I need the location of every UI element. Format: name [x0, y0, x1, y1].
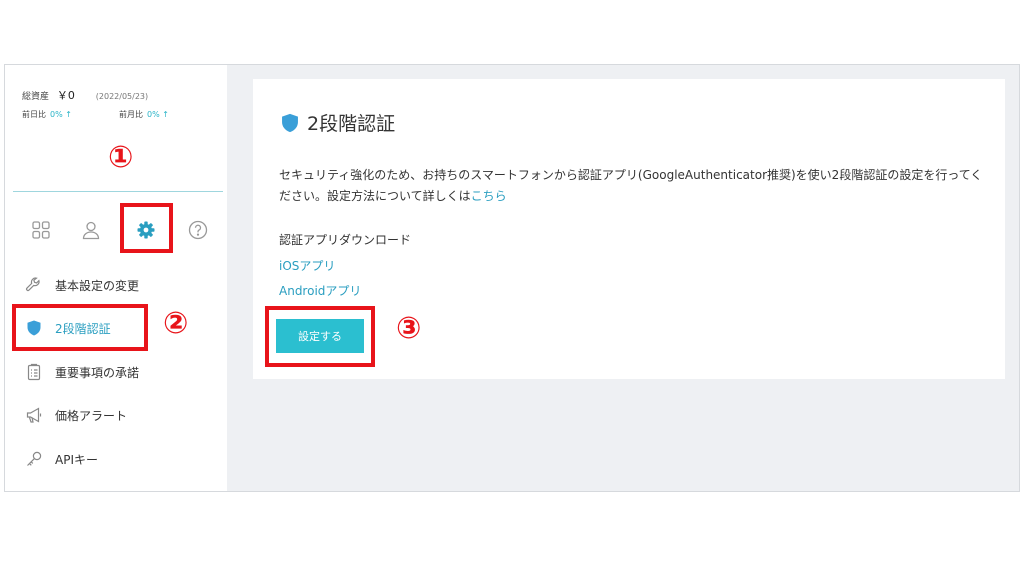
sidebar-divider [13, 191, 223, 192]
android-app-link[interactable]: Androidアプリ [279, 282, 361, 299]
total-assets-value: ￥0 [56, 89, 75, 102]
day-change-label: 前日比 [22, 110, 46, 119]
page-title-text: 2段階認証 [307, 113, 396, 135]
megaphone-icon [26, 407, 42, 423]
clipboard-icon [27, 363, 41, 381]
description: セキュリティ強化のため、お持ちのスマートフォンから認証アプリ(GoogleAut… [279, 165, 989, 207]
user-icon[interactable] [76, 215, 106, 245]
menu-item-label: 価格アラート [55, 408, 128, 423]
page-title: 2段階認証 [279, 109, 395, 136]
total-assets-label: 総資産 [22, 92, 50, 102]
key-icon [27, 451, 42, 466]
wrench-icon [26, 277, 40, 292]
day-change-value: 0% ↑ [50, 110, 72, 119]
total-assets: 総資産 ￥0 (2022/05/23) [22, 87, 148, 103]
step-number-1: ① [108, 140, 134, 175]
menu-item-price-alert[interactable]: 価格アラート [25, 401, 127, 429]
shield-icon [282, 113, 298, 132]
menu-item-label: 重要事項の承諾 [55, 365, 140, 380]
menu-item-label: APIキー [55, 452, 98, 467]
month-change-value: 0% ↑ [147, 110, 169, 119]
description-text: セキュリティ強化のため、お持ちのスマートフォンから認証アプリ(GoogleAut… [279, 168, 983, 203]
highlight-box-button [265, 306, 375, 367]
step-number-2: ② [163, 306, 189, 341]
app-window: 総資産 ￥0 (2022/05/23) 前日比 0% ↑ 前月比 0% ↑ 基本… [4, 64, 1020, 492]
sidebar-icon-tabs [5, 215, 227, 245]
menu-item-api-key[interactable]: APIキー [25, 445, 98, 473]
asset-changes: 前日比 0% ↑ 前月比 0% ↑ [22, 109, 169, 120]
step-number-3: ③ [396, 311, 422, 346]
highlight-box-menu [12, 304, 148, 351]
help-icon[interactable] [183, 215, 213, 245]
highlight-box-gear [120, 203, 173, 253]
month-change-label: 前月比 [119, 110, 144, 119]
download-heading: 認証アプリダウンロード [279, 233, 412, 247]
help-link[interactable]: こちら [471, 189, 507, 203]
menu-item-label: 基本設定の変更 [55, 278, 140, 293]
sidebar: 総資産 ￥0 (2022/05/23) 前日比 0% ↑ 前月比 0% ↑ 基本… [5, 65, 227, 491]
ios-app-link[interactable]: iOSアプリ [279, 257, 335, 274]
asset-date: (2022/05/23) [95, 92, 149, 101]
menu-item-important-terms[interactable]: 重要事項の承諾 [25, 358, 139, 386]
menu-item-basic-settings[interactable]: 基本設定の変更 [25, 271, 139, 299]
dashboard-grid-icon[interactable] [26, 215, 56, 245]
